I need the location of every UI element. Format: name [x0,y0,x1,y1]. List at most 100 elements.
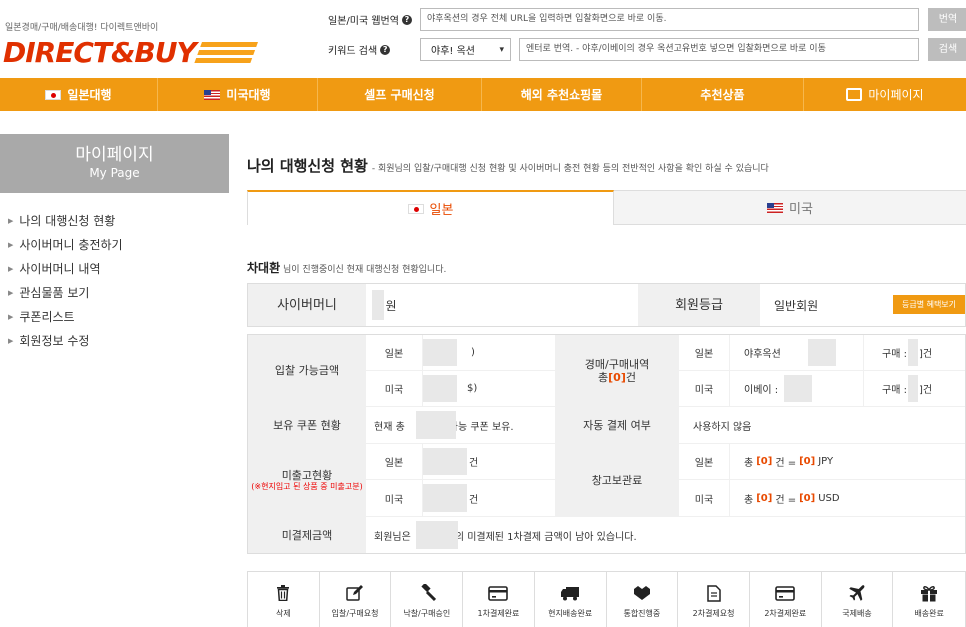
autopay-label: 자동 결제 여부 [583,418,651,432]
step-delete[interactable]: 삭제 [248,572,320,627]
japan-flag-icon [407,203,424,214]
storage-jp-count: [0] [756,456,773,467]
step-second-payment-request[interactable]: 2차결제요청 [678,572,750,627]
sidebar-item-charge-cybermoney[interactable]: ▶ 사이버머니 충전하기 [8,233,123,257]
nav-mypage[interactable]: 마이페이지 [804,78,966,111]
storage-jp-unit: JPY [818,456,834,467]
sidebar-item-label: 회원정보 수정 [19,334,90,348]
step-bid-request[interactable]: 입찰/구매요청 [320,572,392,627]
auction-history-label: 경매/구매내역 총[0]건 [556,335,678,406]
arrow-right-icon: ▶ [8,337,14,345]
redacted-block [908,339,918,366]
storage-us-label: 미국 [679,480,729,516]
undelivered-us-label: 미국 [366,480,422,516]
web-translate-row: 일본/미국 웹번역 ? 야후옥션의 경우 전체 URL을 입력하면 입찰화면으로… [328,8,966,31]
header: 일본경매/구매/배송대행! 다이렉트앤바이 DIRECT&BUY 일본/미국 웹… [0,0,966,74]
step-first-payment[interactable]: 1차결제완료 [463,572,535,627]
nav-mypage-label: 마이페이지 [868,88,924,102]
cybermoney-label: 사이버머니 [277,297,337,313]
step-won-approved[interactable]: 낙찰/구매승인 [391,572,464,627]
step-label: 1차결제완료 [477,609,520,618]
boxes-icon [632,584,652,602]
trash-icon [273,584,293,602]
keyword-search-button[interactable]: 검색 [928,38,966,61]
web-translate-button[interactable]: 번역 [928,8,966,31]
storage-us-value: 총 [0] 건 = [0] USD [730,480,965,516]
nav-self-purchase-label: 셀프 구매신청 [364,88,435,102]
grade-value-text: 일반회원 [774,298,819,313]
sidebar-menu: ▶ 나의 대행신청 현황 ▶ 사이버머니 충전하기 ▶ 사이버머니 내역 ▶ 관심물품 … [8,209,123,353]
auction-us-text: 이베이 : [744,385,779,396]
step-consolidating[interactable]: 통합진행중 [607,572,679,627]
step-international-shipping[interactable]: 국제배송 [822,572,894,627]
page-title: 나의 대행신청 현황 [247,157,368,175]
purchase-us-value: 구매 : ]건 [864,371,965,406]
redacted-block [416,411,456,439]
help-icon[interactable]: ? [380,44,391,55]
tab-usa[interactable]: 미국 [614,190,966,225]
redacted-block [784,375,812,402]
purchase-jp-suffix: ]건 [918,349,933,360]
unpaid-value: 회원님은 의 미결제된 1차결제 금액이 남아 있습니다. [366,517,965,553]
autopay-value: 사용하지 않음 [679,407,965,443]
step-second-payment-complete[interactable]: 2차결제완료 [750,572,822,627]
sidebar-item-label: 쿠폰리스트 [19,310,75,324]
nav-recommended[interactable]: 추천상품 [642,78,804,111]
nav-japan[interactable]: 일본대행 [0,78,158,111]
status-table: 입찰 가능금액 일본 ) 미국 $) 경매/구매내역 총[0]건 일본 야후옥션… [247,334,966,554]
bid-amount-label: 입찰 가능금액 [274,364,340,377]
web-translate-label: 일본/미국 웹번역 ? [328,12,420,27]
keyword-search-row: 키워드 검색 ? 야후! 옥션 ▾ 엔터로 번역. - 야후/이베이의 경우 옥… [328,38,966,61]
coupon-value: 현재 총 가능 쿠폰 보유. [366,407,555,443]
site-logo[interactable]: DIRECT&BUY [3,32,258,70]
logo-text: DIRECT&BUY [3,36,197,69]
nav-self-purchase[interactable]: 셀프 구매신청 [318,78,482,111]
keyword-search-label: 키워드 검색 ? [328,42,420,57]
keyword-search-input[interactable]: 엔터로 번역. - 야후/이베이의 경우 옥션고유번호 넣으면 입찰화면으로 바… [519,38,919,61]
sidebar-subtitle: My Page [89,166,140,180]
grade-benefits-button[interactable]: 등급별 혜택보기 [893,295,965,314]
nav-overseas-malls[interactable]: 해외 추천쇼핑몰 [482,78,642,111]
auction-jp-text: 야후옥션 [744,349,781,360]
auction-total-pre: 총 [598,370,609,384]
arrow-right-icon: ▶ [8,265,14,273]
step-delivered[interactable]: 배송완료 [893,572,965,627]
grade-label: 회원등급 [675,297,723,313]
truck-icon [560,584,580,602]
sidebar-item-application-status[interactable]: ▶ 나의 대행신청 현황 [8,209,123,233]
summary-box: 사이버머니 0 원 회원등급 일반회원 등급별 혜택보기 [247,283,966,327]
redacted-block [372,290,384,320]
sidebar-item-watchlist[interactable]: ▶ 관심물품 보기 [8,281,123,305]
greeting: 차대환 님이 진행중이신 현재 대행신청 현황입니다. [247,259,446,276]
page-heading: 나의 대행신청 현황 - 회원님의 입찰/구매대행 신청 현황 및 사이버머니 … [247,155,769,176]
redacted-block [808,339,836,366]
usa-flag-icon [767,202,784,213]
sidebar-item-edit-profile[interactable]: ▶ 회원정보 수정 [8,329,123,353]
sidebar-item-coupons[interactable]: ▶ 쿠폰리스트 [8,305,123,329]
greeting-text: 님이 진행중이신 현재 대행신청 현황입니다. [283,265,447,275]
nav-usa[interactable]: 미국대행 [158,78,318,111]
sidebar-item-label: 나의 대행신청 현황 [19,214,116,228]
country-tabs: 일본 미국 [247,190,966,225]
step-label: 배송완료 [914,609,944,618]
credit-card-icon [488,584,509,602]
step-label: 국제배송 [842,609,872,618]
tab-japan[interactable]: 일본 [247,190,614,225]
web-translate-input[interactable]: 야후옥션의 경우 전체 URL을 입력하면 입찰화면으로 바로 이동. [420,8,919,31]
sidebar-item-cybermoney-history[interactable]: ▶ 사이버머니 내역 [8,257,123,281]
nav-overseas-malls-label: 해외 추천쇼핑몰 [520,88,603,102]
step-local-delivery[interactable]: 현지배송완료 [535,572,607,627]
arrow-right-icon: ▶ [8,241,14,249]
auction-us-label: 미국 [679,371,729,406]
help-icon[interactable]: ? [401,14,412,25]
step-label: 2차결제요청 [692,609,735,618]
keyword-site-select[interactable]: 야후! 옥션 ▾ [420,38,511,61]
step-label: 낙찰/구매승인 [403,609,451,618]
undelivered-jp-suffix: 건 [469,458,479,469]
coupon-pre: 현재 총 [374,421,405,433]
storage-jp-mid: 건 = [775,458,797,469]
auction-history-title: 경매/구매내역 [584,357,650,371]
storage-us-pre: 총 [744,494,754,506]
japan-flag-icon [45,89,62,100]
auction-us-value: 이베이 : [730,371,863,406]
